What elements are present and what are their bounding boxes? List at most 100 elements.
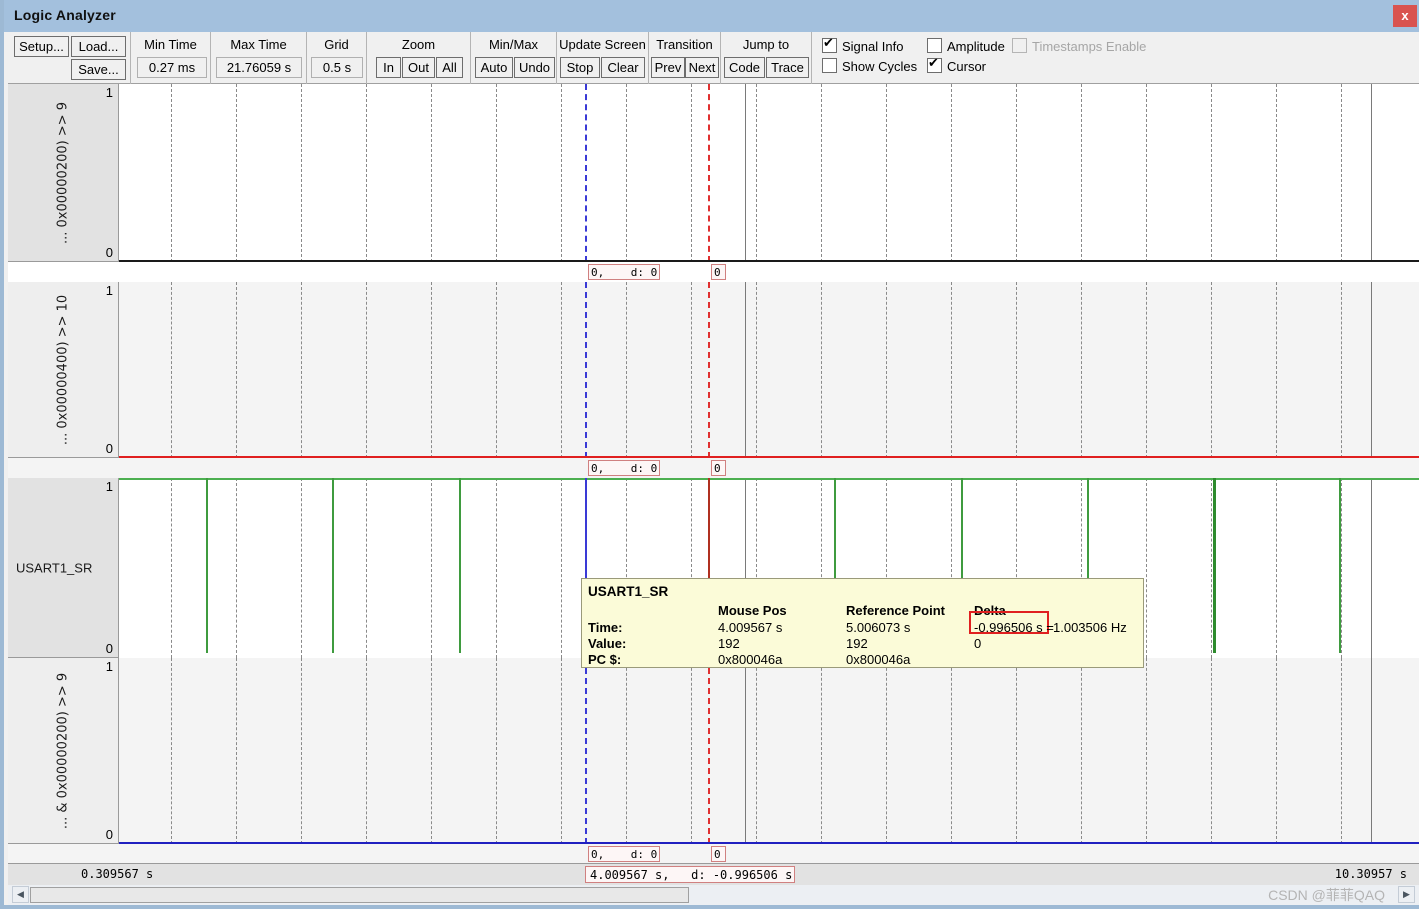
signal-lane-2-canvas[interactable] <box>119 282 1419 458</box>
gridline <box>626 658 628 844</box>
load-button[interactable]: Load... <box>71 36 126 57</box>
toolbar-group-file: Setup... Load... Save... <box>8 32 131 84</box>
scroll-right-arrow-icon[interactable]: ▶ <box>1398 886 1415 903</box>
gridline <box>1276 84 1278 262</box>
transition-next-button[interactable]: Next <box>685 57 719 78</box>
toolbar-group-min-time: Min Time 0.27 ms <box>131 32 211 84</box>
grid-field[interactable]: 0.5 s <box>311 57 363 78</box>
signal-info-label[interactable]: Signal Info <box>842 39 903 54</box>
toolbar-group-options: Signal Info Amplitude Timestamps Enable … <box>812 32 1212 84</box>
minmax-auto-button[interactable]: Auto <box>475 57 513 78</box>
signal-lane-2[interactable]: 1 0 ... 0x00000400) >> 10 <box>8 282 1419 458</box>
mouse-cursor-line[interactable] <box>585 282 587 458</box>
tooltip-col-reference-point: Reference Point <box>846 603 945 618</box>
gridline <box>1146 658 1148 844</box>
gridline <box>366 478 368 658</box>
transition-prev-button[interactable]: Prev <box>651 57 685 78</box>
signal-lane-1[interactable]: 1 0 ... 0x00000200) >> 9 <box>8 84 1419 262</box>
amplitude-label[interactable]: Amplitude <box>947 39 1005 54</box>
signal-lane-4[interactable]: 1 0 ... & 0x00000200) >> 9 <box>8 658 1419 844</box>
signal-pulse <box>1339 478 1341 653</box>
axis-right-time: 10.30957 s <box>1334 867 1407 881</box>
update-clear-button[interactable]: Clear <box>601 57 645 78</box>
signal-trace-3 <box>119 478 1419 480</box>
horizontal-scrollbar[interactable]: ◀ ▶ <box>8 885 1419 905</box>
zoom-in-button[interactable]: In <box>376 57 401 78</box>
jump-code-button[interactable]: Code <box>724 57 765 78</box>
close-icon[interactable]: x <box>1393 5 1417 27</box>
zoom-out-button[interactable]: Out <box>402 57 435 78</box>
gridline <box>1341 658 1343 844</box>
amplitude-checkbox[interactable] <box>927 38 942 53</box>
gridline <box>1276 282 1278 458</box>
grid-label: Grid <box>324 37 349 52</box>
marker-line <box>745 658 746 844</box>
gridline <box>496 478 498 658</box>
mouse-cursor-line[interactable] <box>585 84 587 262</box>
scroll-left-arrow-icon[interactable]: ◀ <box>12 886 29 903</box>
waveform-area[interactable]: 1 0 ... 0x00000200) >> 9 0, d: 0 0 1 0 .… <box>8 84 1419 864</box>
jump-trace-button[interactable]: Trace <box>766 57 809 78</box>
minmax-undo-button[interactable]: Undo <box>514 57 555 78</box>
tooltip-row-value-label: Value: <box>588 636 627 651</box>
signal-lane-4-lo-tick: 0 <box>105 827 113 842</box>
signal-lane-4-label-box: 1 0 ... & 0x00000200) >> 9 <box>8 658 119 844</box>
option-cursor[interactable]: Cursor <box>927 55 986 74</box>
reference-cursor-line[interactable] <box>708 282 710 458</box>
gridline <box>821 658 823 844</box>
signal-lane-1-hi-tick: 1 <box>105 85 113 100</box>
max-time-field[interactable]: 21.76059 s <box>216 57 302 78</box>
gridline <box>561 658 563 844</box>
mouse-cursor-line[interactable] <box>585 658 587 844</box>
signal-lane-1-canvas[interactable] <box>119 84 1419 262</box>
signal-lane-2-label: ... 0x00000400) >> 10 <box>55 294 71 445</box>
zoom-all-button[interactable]: All <box>436 57 463 78</box>
gridline <box>366 84 368 262</box>
toolbar-group-update-screen: Update Screen Stop Clear <box>557 32 649 84</box>
show-cycles-checkbox[interactable] <box>822 58 837 73</box>
cursor-label[interactable]: Cursor <box>947 59 986 74</box>
signal-lane-4-canvas[interactable] <box>119 658 1419 844</box>
cursor-checkbox[interactable] <box>927 55 942 73</box>
max-time-label: Max Time <box>230 37 287 52</box>
update-stop-button[interactable]: Stop <box>560 57 600 78</box>
cursor-annotation-box: 0, d: 0 <box>588 846 660 862</box>
tooltip-time-reference: 5.006073 s <box>846 620 911 635</box>
cursor-readout-box: 4.009567 s, d: -0.996506 s <box>585 866 795 883</box>
gridline <box>1081 282 1083 458</box>
marker-line <box>745 84 746 262</box>
gridline <box>691 84 693 262</box>
option-show-cycles[interactable]: Show Cycles <box>822 58 917 74</box>
toolbar-group-grid: Grid 0.5 s <box>307 32 367 84</box>
annotation-strip-2: 0, d: 0 0 <box>8 458 1419 478</box>
scrollbar-thumb[interactable] <box>30 887 689 903</box>
gridline <box>951 282 953 458</box>
cursor-annotation-box: 0, d: 0 <box>588 460 660 476</box>
option-timestamps-enable: Timestamps Enable <box>1012 38 1146 54</box>
option-signal-info[interactable]: Signal Info <box>822 35 903 54</box>
reference-cursor-line[interactable] <box>708 658 710 844</box>
toolbar: Setup... Load... Save... Min Time 0.27 m… <box>8 32 1419 84</box>
annotation-strip-1: 0, d: 0 0 <box>8 262 1419 282</box>
signal-info-checkbox[interactable] <box>822 35 837 53</box>
gridline <box>756 282 758 458</box>
gridline <box>1081 658 1083 844</box>
save-button[interactable]: Save... <box>71 59 126 80</box>
gridline <box>431 84 433 262</box>
reference-annotation-box: 0 <box>711 460 726 476</box>
gridline <box>821 84 823 262</box>
gridline <box>1081 84 1083 262</box>
option-amplitude[interactable]: Amplitude <box>927 38 1005 54</box>
update-screen-label: Update Screen <box>559 37 646 52</box>
reference-cursor-line[interactable] <box>708 84 710 262</box>
gridline <box>301 84 303 262</box>
gridline <box>691 658 693 844</box>
toolbar-group-minmax: Min/Max Auto Undo <box>471 32 557 84</box>
setup-button[interactable]: Setup... <box>14 36 69 57</box>
gridline <box>171 84 173 262</box>
signal-lane-4-hi-tick: 1 <box>105 659 113 674</box>
min-time-label: Min Time <box>144 37 197 52</box>
min-time-field[interactable]: 0.27 ms <box>137 57 207 78</box>
gridline <box>496 282 498 458</box>
show-cycles-label[interactable]: Show Cycles <box>842 59 917 74</box>
